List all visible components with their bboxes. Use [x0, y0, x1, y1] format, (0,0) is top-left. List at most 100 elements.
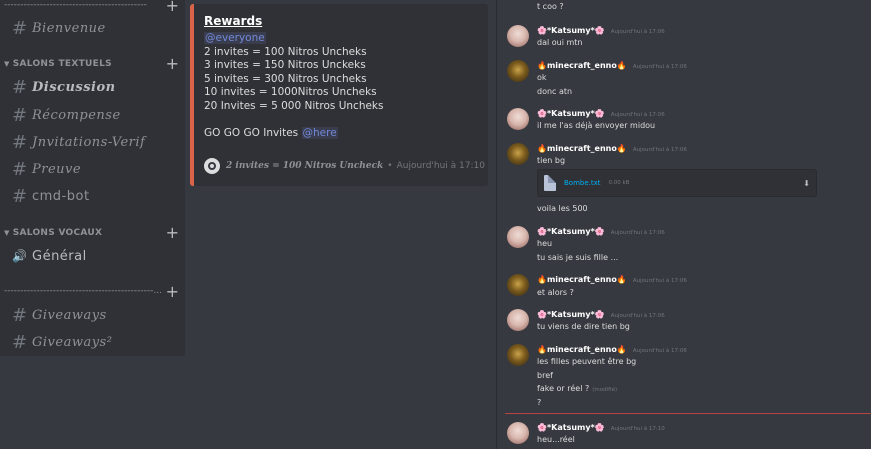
timestamp: Aujourd'hui à 17:06	[632, 348, 687, 354]
create-channel-plus-icon[interactable]: +	[166, 0, 179, 14]
message-text: tu sais je suis fille ...	[537, 253, 619, 262]
edited-label: (modifié)	[592, 387, 618, 393]
footer-time: Aujourd'hui à 17:10	[396, 161, 485, 171]
attachment-filename[interactable]: Bombe.txt	[564, 179, 601, 187]
channel-discussion[interactable]: # Discussion	[12, 76, 177, 98]
timestamp: Aujourd'hui à 17:06	[610, 29, 665, 35]
message-text: il me l'as déjà envoyer midou	[537, 121, 656, 130]
avatar[interactable]	[507, 226, 529, 248]
channel-name: Giveaways	[32, 307, 107, 323]
timestamp: Aujourd'hui à 17:06	[632, 147, 687, 153]
speaker-icon: 🔊	[12, 249, 27, 263]
avatar[interactable]	[507, 422, 529, 444]
message-author[interactable]: 🌸*Katsumy*🌸 Aujourd'hui à 17:06	[537, 227, 665, 236]
channel-bienvenue[interactable]: # Bienvenue	[12, 17, 177, 39]
message-text: ok	[537, 73, 547, 82]
timestamp: Aujourd'hui à 17:06	[610, 313, 665, 319]
new-messages-divider	[505, 413, 871, 414]
hash-icon: #	[12, 131, 28, 153]
file-attachment[interactable]: Bombe.txt 0.00 kB ⬇	[537, 169, 817, 197]
timestamp: Aujourd'hui à 17:06	[610, 230, 665, 236]
reward-line: 2 invites = 100 Nitros Uncheks	[204, 45, 367, 58]
category-label: SALONS TEXTUELS	[12, 59, 112, 69]
message-text: les filles peuvent être bg	[537, 357, 637, 366]
footer-icon	[204, 158, 220, 174]
footer-separator: •	[387, 161, 393, 171]
message-text: et alors ?	[537, 288, 574, 297]
avatar[interactable]	[507, 143, 529, 165]
message-text: tu viens de dire tien bg	[537, 322, 630, 331]
download-icon[interactable]: ⬇	[803, 179, 810, 188]
message-text: heu...réel	[537, 435, 575, 444]
channel-name: Récompense	[32, 107, 121, 123]
hash-icon: #	[12, 304, 28, 326]
message-text: ?	[537, 398, 542, 407]
create-text-channel-plus-icon[interactable]: +	[166, 56, 179, 72]
category-divider-top[interactable]: ----------------------------------------…	[4, 0, 164, 10]
message-author[interactable]: 🌸*Katsumy*🌸 Aujourd'hui à 17:10	[537, 423, 665, 432]
create-channel-plus-icon[interactable]: +	[166, 284, 179, 300]
timestamp: Aujourd'hui à 17:06	[610, 112, 665, 118]
channel-name: Giveaways²	[32, 334, 113, 350]
embed-title: Rewards	[204, 14, 263, 28]
attachment-size: 0.00 kB	[608, 180, 630, 186]
footer-text: 2 invites = 100 Nitros Uncheck	[226, 161, 384, 171]
channel-name: Bienvenue	[32, 20, 106, 36]
channel-name: cmd-bot	[32, 188, 90, 204]
chevron-down-icon: ▼	[4, 60, 10, 68]
timestamp: Aujourd'hui à 17:10	[610, 426, 665, 432]
chat-panel: t coo ? 🌸*Katsumy*🌸 Aujourd'hui à 17:06 d…	[497, 0, 871, 449]
message-text: fake or réel ? (modifié)	[537, 384, 618, 393]
channel-name: Preuve	[32, 161, 82, 177]
channel-name: Discussion	[32, 79, 116, 95]
hash-icon: #	[12, 331, 28, 353]
message-text: tien bg	[537, 156, 566, 165]
avatar[interactable]	[507, 108, 529, 130]
avatar[interactable]	[507, 25, 529, 47]
message-text: bref	[537, 371, 553, 380]
message-text: heu	[537, 239, 553, 248]
hash-icon: #	[12, 76, 28, 98]
chevron-down-icon: ▼	[4, 229, 10, 237]
channel-giveaways-2[interactable]: # Giveaways²	[12, 331, 177, 353]
mention-everyone[interactable]: @everyone	[204, 32, 266, 44]
category-salons-textuels[interactable]: ▼ SALONS TEXTUELS	[4, 57, 112, 71]
category-label: SALONS VOCAUX	[12, 228, 103, 238]
message-author[interactable]: 🌸*Katsumy*🌸 Aujourd'hui à 17:06	[537, 310, 665, 319]
category-divider-bottom[interactable]: ----------------------------------------…	[4, 286, 164, 296]
hash-icon: #	[12, 158, 28, 180]
hash-icon: #	[12, 104, 28, 126]
avatar[interactable]	[507, 60, 529, 82]
message-author[interactable]: 🔥minecraft_enno🔥 Aujourd'hui à 17:06	[537, 345, 687, 354]
channel-recompense[interactable]: # Récompense	[12, 104, 177, 126]
category-salons-vocaux[interactable]: ▼ SALONS VOCAUX	[4, 226, 102, 240]
message-text: donc atn	[537, 87, 573, 96]
channel-cmd-bot[interactable]: # cmd-bot	[12, 185, 177, 207]
channel-giveaways[interactable]: # Giveaways	[12, 304, 177, 326]
timestamp: Aujourd'hui à 17:06	[632, 64, 687, 70]
mention-here[interactable]: @here	[301, 127, 338, 139]
message-author[interactable]: 🌸*Katsumy*🌸 Aujourd'hui à 17:06	[537, 109, 665, 118]
avatar[interactable]	[507, 274, 529, 296]
voice-channel-general[interactable]: 🔊 Général	[12, 245, 177, 267]
channel-preuve[interactable]: # Preuve	[12, 158, 177, 180]
hash-icon: #	[12, 17, 28, 39]
embed-closing-text: GO GO GO Invites	[204, 127, 299, 139]
message-author[interactable]: 🔥minecraft_enno🔥 Aujourd'hui à 17:06	[537, 144, 687, 153]
reward-line: 3 invites = 150 Nitros Unckeks	[204, 59, 366, 71]
reward-line: 10 invites = 1000Nitros Uncheks	[204, 86, 377, 98]
message-author[interactable]: 🔥minecraft_enno🔥 Aujourd'hui à 17:06	[537, 61, 687, 70]
hash-icon: #	[12, 185, 28, 207]
message-author[interactable]: 🌸*Katsumy*🌸 Aujourd'hui à 17:06	[537, 26, 665, 35]
discord-window: ----------------------------------------…	[0, 0, 871, 449]
create-voice-channel-plus-icon[interactable]: +	[166, 225, 179, 241]
reward-line: 20 Invites = 5 000 Nitros Uncheks	[204, 99, 384, 112]
avatar[interactable]	[507, 344, 529, 366]
channel-invitations-verif[interactable]: # Jnvitations-Verif	[12, 131, 177, 153]
message-text: voila les 500	[537, 204, 588, 213]
avatar[interactable]	[507, 309, 529, 331]
channel-name: Jnvitations-Verif	[32, 134, 146, 150]
file-icon	[544, 175, 556, 191]
message-author[interactable]: 🔥minecraft_enno🔥 Aujourd'hui à 17:06	[537, 275, 687, 284]
message-text: t coo ?	[537, 2, 564, 11]
